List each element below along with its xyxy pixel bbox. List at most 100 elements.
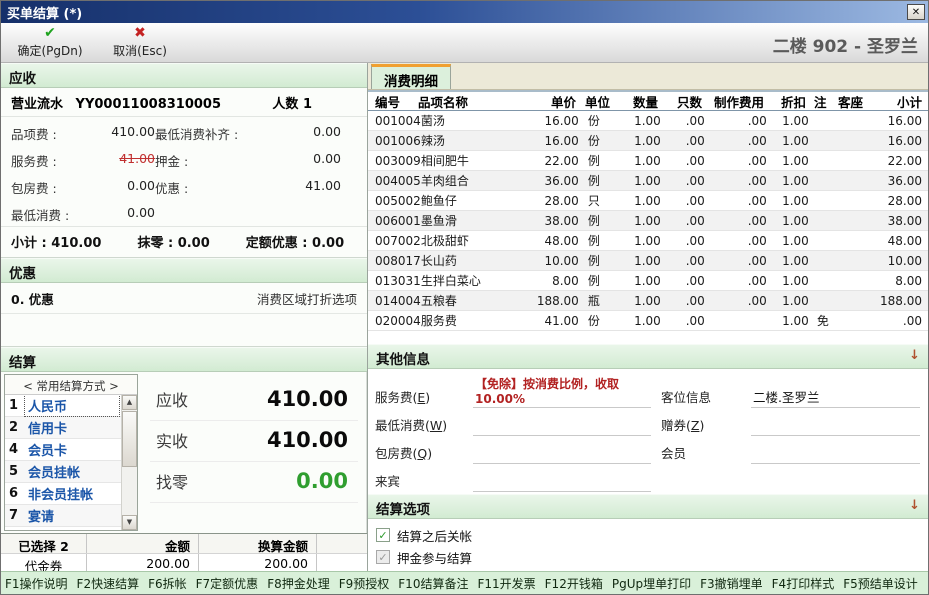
- other-info-field-value[interactable]: [751, 447, 920, 464]
- cancel-button[interactable]: ✖ 取消(Esc): [95, 24, 185, 61]
- cross-icon: ✖: [134, 26, 146, 41]
- detail-cell: 16.00: [873, 114, 928, 128]
- tab-consumption-detail[interactable]: 消费明细: [371, 64, 451, 89]
- detail-cell: 例: [579, 232, 613, 249]
- detail-table-row[interactable]: 001006辣汤16.00份1.00.00.001.0016.00: [368, 131, 928, 151]
- function-key-item[interactable]: F7定额优惠: [196, 575, 259, 592]
- function-key-item[interactable]: F3撤销埋单: [700, 575, 763, 592]
- payment-amounts-display: 应收410.00实收410.00找零0.00: [138, 372, 367, 533]
- function-key-item[interactable]: F1操作说明: [5, 575, 68, 592]
- checkbox-icon[interactable]: ✓: [376, 528, 390, 542]
- detail-cell: 36.00: [873, 174, 928, 188]
- other-info-field-value[interactable]: [473, 419, 651, 436]
- total-value: 410.00: [51, 236, 101, 251]
- amount-value: 410.00: [267, 387, 348, 411]
- detail-table-row[interactable]: 013031生拌白菜心8.00例1.00.00.001.008.00: [368, 271, 928, 291]
- detail-cell: 1.00: [613, 294, 661, 308]
- function-key-item[interactable]: PgUp埋单打印: [612, 575, 691, 592]
- total-value: 0.00: [312, 236, 344, 251]
- function-key-item[interactable]: F8押金处理: [267, 575, 330, 592]
- detail-cell: .00: [661, 214, 705, 228]
- fee-value: [273, 205, 341, 224]
- payment-method-label: 会员挂帐: [25, 461, 119, 482]
- detail-cell: 例: [579, 272, 613, 289]
- detail-table-row[interactable]: 014004五粮春188.00瓶1.00.00.001.00188.00: [368, 291, 928, 311]
- detail-cell: 只: [579, 192, 613, 209]
- function-key-item[interactable]: F9预授权: [339, 575, 390, 592]
- detail-cell: 28.00: [873, 194, 928, 208]
- function-key-bar: F1操作说明 F2快速结算 F6拆帐 F7定额优惠 F8押金处理 F9预授权 F10结算备注…: [1, 571, 928, 594]
- detail-cell: 003009: [368, 154, 421, 168]
- main-area: 应收 营业流水 YY00011008310005 人数 1 品项费 :410.0…: [1, 63, 928, 571]
- function-key-item[interactable]: F10结算备注: [398, 575, 468, 592]
- fee-value: 410.00: [83, 124, 155, 143]
- detail-cell: .00: [705, 174, 767, 188]
- total-label: 小计 :: [11, 236, 51, 251]
- detail-table-row[interactable]: 001004菌汤16.00份1.00.00.001.0016.00: [368, 111, 928, 131]
- scrollbar-track[interactable]: [122, 468, 137, 515]
- function-key-item[interactable]: F12开钱箱: [545, 575, 603, 592]
- detail-cell: 16.00: [525, 134, 579, 148]
- detail-cell: 服务费: [421, 312, 525, 329]
- detail-table-row[interactable]: 004005羊肉组合36.00例1.00.00.001.0036.00: [368, 171, 928, 191]
- amount-value: 0.00: [296, 469, 348, 493]
- other-info-field-value[interactable]: [473, 447, 651, 464]
- function-key-item[interactable]: F4打印样式: [772, 575, 835, 592]
- detail-table-row[interactable]: 007002北极甜虾48.00例1.00.00.001.0048.00: [368, 231, 928, 251]
- payment-method-item[interactable]: 6非会员挂帐: [5, 483, 121, 505]
- detail-cell: 1.00: [613, 214, 661, 228]
- payment-method-item[interactable]: 4会员卡: [5, 439, 121, 461]
- total-value: 0.00: [178, 236, 210, 251]
- detail-table-row[interactable]: 008017长山药10.00例1.00.00.001.0010.00: [368, 251, 928, 271]
- function-key-item[interactable]: F5预结单设计: [843, 575, 918, 592]
- checkbox-icon: ✓: [376, 550, 390, 564]
- detail-cell: 1.00: [767, 274, 809, 288]
- scroll-up-icon[interactable]: ▲: [122, 395, 137, 410]
- detail-cell: 1.00: [767, 114, 809, 128]
- settle-options-area: ✓结算之后关帐✓押金参与结算: [368, 519, 928, 571]
- detail-cell: .00: [705, 274, 767, 288]
- total-item: 抹零 : 0.00: [137, 232, 209, 251]
- selected-payment-amount: 200.00: [87, 554, 199, 571]
- payment-method-item[interactable]: 5会员挂帐: [5, 461, 121, 483]
- payment-method-item[interactable]: J代金券: [5, 527, 121, 530]
- selected-payment-row[interactable]: 代金券200.00200.00: [1, 554, 367, 571]
- detail-cell: .00: [661, 174, 705, 188]
- other-info-field-label: 客位信息: [661, 387, 741, 408]
- guest-count: 人数 1: [272, 93, 312, 112]
- detail-cell: 份: [579, 312, 613, 329]
- detail-cell: .00: [661, 254, 705, 268]
- payment-list-scrollbar[interactable]: ▲ ▼: [121, 395, 137, 530]
- payment-method-item[interactable]: 7宴请: [5, 505, 121, 527]
- payment-method-item[interactable]: 1人民币: [5, 395, 121, 417]
- detail-cell: 1.00: [613, 154, 661, 168]
- close-button[interactable]: ✕: [907, 4, 925, 20]
- fee-label: 品项费 :: [11, 124, 83, 143]
- scroll-down-icon[interactable]: ▼: [122, 515, 137, 530]
- fee-label: 包房费 :: [11, 178, 83, 197]
- function-key-item[interactable]: F6拆帐: [148, 575, 187, 592]
- detail-cell: 瓶: [579, 292, 613, 309]
- payment-method-item[interactable]: 2信用卡: [5, 417, 121, 439]
- other-info-field-value[interactable]: 【免除】按消费比例，收取10.00%: [473, 375, 651, 408]
- collapse-down-icon[interactable]: ↓: [909, 498, 920, 518]
- scrollbar-thumb[interactable]: [122, 411, 137, 467]
- collapse-down-icon[interactable]: ↓: [909, 348, 920, 368]
- detail-table-row[interactable]: 006001墨鱼滑38.00例1.00.00.001.0038.00: [368, 211, 928, 231]
- settle-option-row: ✓押金参与结算: [376, 546, 920, 568]
- detail-column-header: 客座: [834, 92, 870, 111]
- function-key-item[interactable]: F2快速结算: [77, 575, 140, 592]
- other-info-field-value[interactable]: 二楼.圣罗兰: [751, 387, 920, 408]
- payment-method-label: 宴请: [25, 505, 119, 526]
- check-icon: ✔: [44, 26, 56, 41]
- other-info-field-value[interactable]: [473, 475, 651, 492]
- other-info-field-value[interactable]: [751, 419, 920, 436]
- discount-area-option-link[interactable]: 消费区域打折选项: [257, 289, 357, 308]
- detail-table-row[interactable]: 003009相间肥牛22.00例1.00.00.001.0022.00: [368, 151, 928, 171]
- detail-table-row[interactable]: 005002鲍鱼仔28.00只1.00.00.001.0028.00: [368, 191, 928, 211]
- detail-table-row[interactable]: 020004服务费41.00份1.00.001.00免.00: [368, 311, 928, 331]
- confirm-button[interactable]: ✔ 确定(PgDn): [5, 24, 95, 61]
- function-key-item[interactable]: F11开发票: [477, 575, 535, 592]
- detail-cell: 013031: [368, 274, 421, 288]
- amount-row: 应收410.00: [150, 380, 358, 421]
